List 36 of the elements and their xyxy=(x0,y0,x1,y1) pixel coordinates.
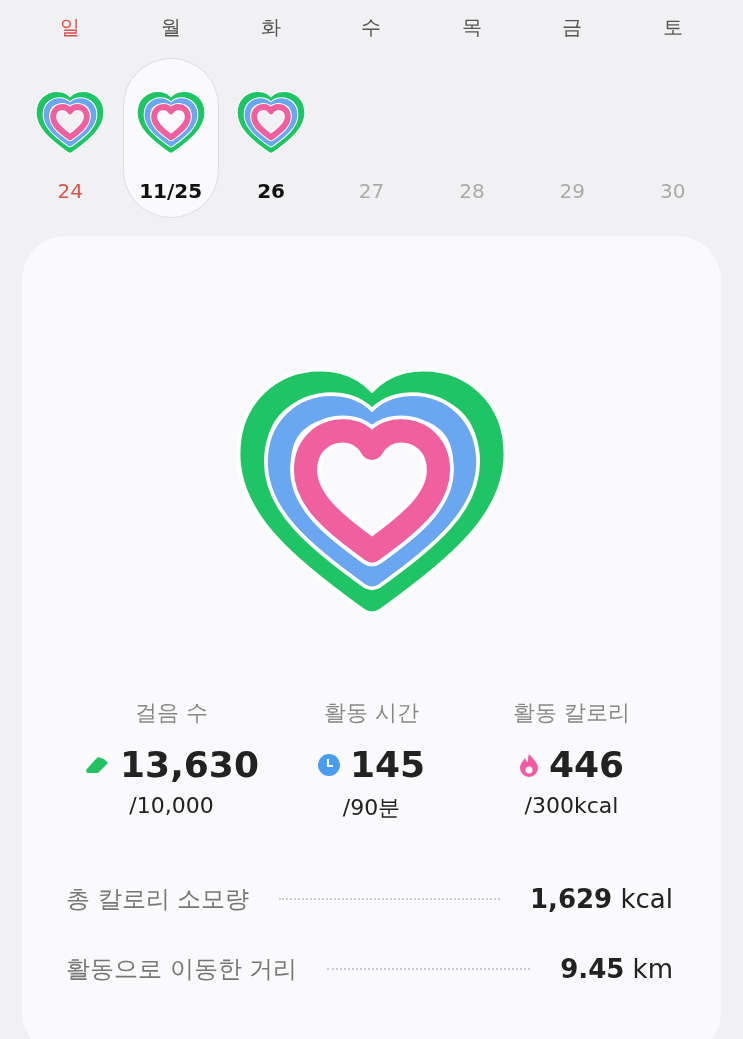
date-label: 11/25 xyxy=(139,179,203,203)
day-cell[interactable]: 29 xyxy=(524,58,621,218)
weekday-label: 금 xyxy=(562,14,583,41)
date-label: 24 xyxy=(57,179,83,203)
selected-day[interactable]: 11/25 xyxy=(122,58,219,218)
weekday-label: 월 xyxy=(160,14,181,41)
stat-label: 활동 칼로리 xyxy=(513,699,630,727)
date-label: 28 xyxy=(459,179,485,203)
detail-value: 9.45 km xyxy=(560,954,673,984)
detail-label: 활동으로 이동한 거리 xyxy=(66,954,298,985)
weekday-label: 수 xyxy=(361,14,382,41)
day-cell[interactable]: 27 xyxy=(323,58,420,218)
weekday-label: 토 xyxy=(662,14,683,41)
detail-label: 총 칼로리 소모량 xyxy=(66,884,250,915)
day-cell[interactable]: 24 xyxy=(22,58,119,218)
stat-goal: /300kcal xyxy=(524,793,619,818)
date-label: 26 xyxy=(257,179,285,203)
clock-icon xyxy=(317,753,340,776)
date-label: 29 xyxy=(559,179,586,203)
stat-label: 활동 시간 xyxy=(324,699,419,727)
day-cell[interactable]: 30 xyxy=(624,58,721,218)
flame-icon xyxy=(518,752,539,777)
day-cell[interactable]: 26 xyxy=(223,58,320,218)
date-label: 30 xyxy=(660,179,686,203)
weekday-label: 일 xyxy=(60,14,81,41)
stat-value: 13,630 xyxy=(120,744,259,785)
date-label: 27 xyxy=(358,179,385,203)
stat-goal: /10,000 xyxy=(129,793,214,818)
weekday-label: 목 xyxy=(461,14,482,41)
stat-label: 걸음 수 xyxy=(135,699,208,727)
stat-goal: /90분 xyxy=(342,794,401,822)
detail-value: 1,629 kcal xyxy=(529,884,673,914)
stat-value: 446 xyxy=(548,744,625,785)
weekday-label: 화 xyxy=(261,14,282,41)
day-cell[interactable]: 28 xyxy=(423,58,520,218)
stat-value: 145 xyxy=(349,744,426,785)
